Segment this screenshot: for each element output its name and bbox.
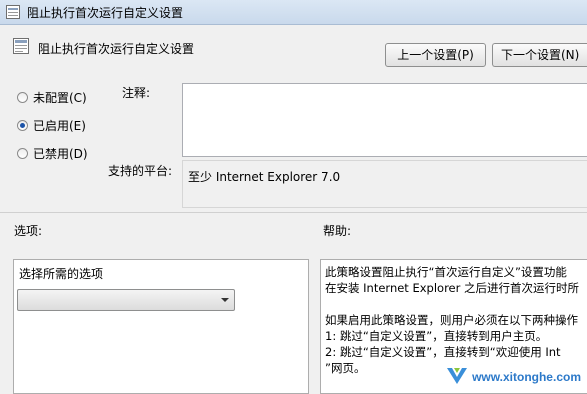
comment-label: 注释: [122,86,151,100]
setting-title: 阻止执行首次运行自定义设置 [38,42,195,56]
radio-circle-selected[interactable] [17,119,28,131]
help-line: 2: 跳过“自定义设置”，直接转到“欢迎使用 Int [325,345,561,359]
help-line: ”网页。 [325,361,366,375]
radio-disabled[interactable]: 已禁用(D) [17,145,88,161]
help-label: 帮助: [323,224,352,238]
platform-label: 支持的平台: [108,164,173,178]
previous-setting-button[interactable]: 上一个设置(P) [385,43,486,67]
radio-label: 已禁用(D) [33,146,88,161]
section-divider [0,212,587,213]
radio-label: 未配置(C) [33,90,87,105]
watermark-logo-icon [447,368,467,384]
options-label: 选项: [14,224,43,238]
radio-circle[interactable] [17,147,28,159]
help-line: 1: 跳过“自定义设置”，直接转到用户主页。 [325,329,548,343]
radio-circle[interactable] [17,91,28,103]
radio-enabled[interactable]: 已启用(E) [17,117,86,133]
choose-option-label: 选择所需的选项 [19,267,104,281]
help-line: 在安装 Internet Explorer 之后进行首次运行时所 [325,281,580,295]
platform-value: 至少 Internet Explorer 7.0 [188,170,341,184]
watermark-text: www.xitonghe.com [472,370,581,384]
policy-icon [6,5,20,19]
options-dropdown[interactable] [17,289,235,311]
chevron-down-icon [221,298,229,302]
next-setting-button[interactable]: 下一个设置(N) [492,43,587,67]
help-line: 如果启用此策略设置，则用户必须在以下两种操作 [325,313,578,327]
window-title: 阻止执行首次运行自定义设置 [27,6,184,20]
policy-setting-icon [13,38,29,54]
help-line: 此策略设置阻止执行“首次运行自定义”设置功能 [325,265,567,279]
radio-label: 已启用(E) [33,118,86,133]
radio-not-configured[interactable]: 未配置(C) [17,89,87,105]
comment-textbox[interactable] [182,83,587,157]
